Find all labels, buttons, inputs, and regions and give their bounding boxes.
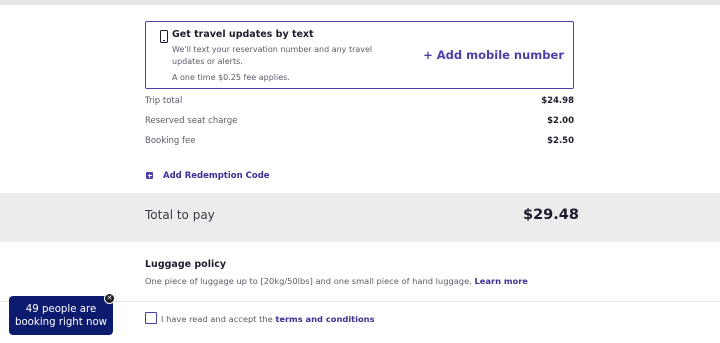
fee-label: Booking fee (145, 136, 196, 146)
total-amount: $29.48 (523, 207, 579, 223)
terms-prefix: I have read and accept the (161, 314, 273, 324)
total-label: Total to pay (145, 208, 215, 222)
luggage-policy-text: One piece of luggage up to [20kg/50lbs] … (145, 276, 528, 286)
booking-activity-toast: 49 people are booking right now (9, 296, 113, 335)
plus-square-icon (146, 172, 153, 179)
top-divider-bar (0, 0, 720, 5)
fee-row-booking-fee: Booking fee $2.50 (145, 136, 574, 150)
terms-checkbox[interactable] (145, 312, 157, 324)
learn-more-link[interactable]: Learn more (474, 276, 527, 286)
terms-and-conditions-link[interactable]: terms and conditions (275, 314, 374, 324)
terms-text: I have read and accept the terms and con… (161, 314, 375, 324)
mobile-phone-icon (160, 30, 168, 43)
total-band (0, 193, 720, 242)
toast-line-2: booking right now (14, 317, 108, 328)
luggage-policy-description: One piece of luggage up to [20kg/50lbs] … (145, 276, 472, 286)
sms-updates-description: We'll text your reservation number and a… (172, 45, 373, 66)
fee-row-reserved-seat: Reserved seat charge $2.00 (145, 116, 574, 130)
fee-label: Trip total (145, 96, 183, 106)
sms-fee-note: A one time $0.25 fee applies. (172, 73, 290, 82)
fee-amount: $2.00 (547, 116, 574, 126)
close-icon[interactable]: ✕ (104, 293, 115, 304)
fee-amount: $24.98 (541, 96, 574, 106)
fee-amount: $2.50 (547, 136, 574, 146)
luggage-policy-title: Luggage policy (145, 259, 227, 270)
redemption-code-label: Add Redemption Code (163, 171, 270, 181)
fee-label: Reserved seat charge (145, 116, 238, 126)
add-mobile-number-button[interactable]: + Add mobile number (423, 48, 564, 62)
sms-updates-card: Get travel updates by text We'll text yo… (145, 21, 574, 89)
sms-updates-title: Get travel updates by text (172, 29, 314, 40)
toast-line-1: 49 people are (25, 304, 97, 315)
fee-row-trip-total: Trip total $24.98 (145, 96, 574, 110)
